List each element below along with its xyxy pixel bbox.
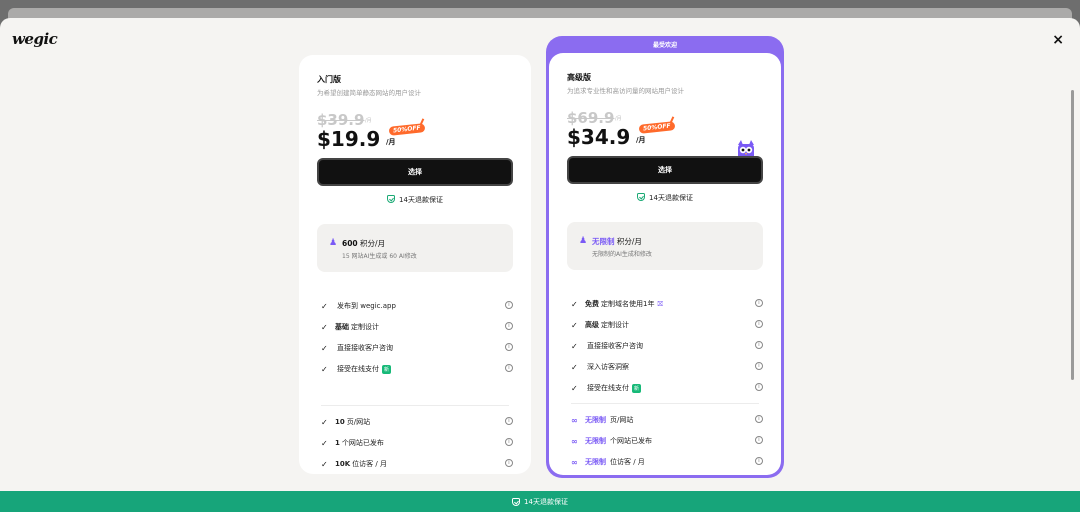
info-icon[interactable]: i [755,415,763,423]
info-icon[interactable]: i [755,436,763,444]
sparkle-icon [669,116,677,124]
limit-item: ∞ 无限制 页/网站 i [571,413,763,427]
select-basic-button[interactable]: 选择 [317,158,513,186]
check-icon: ✓ [321,364,328,374]
coin-icon: ♟ [579,236,588,246]
info-icon[interactable]: i [755,299,763,307]
credits-label: 积分/月 [616,237,642,246]
credits-title: 无限制 积分/月 [592,236,642,247]
credits-title: 600 积分/月 [342,238,385,249]
info-icon[interactable]: i [505,364,513,372]
check-icon: ✓ [321,417,328,427]
wegic-logo: wegic [12,30,58,48]
new-badge: 新 [632,383,642,393]
info-icon[interactable]: i [505,459,513,467]
new-badge: 新 [382,364,392,374]
info-icon[interactable]: i [755,320,763,328]
refund-guarantee: 14天退款保证 [299,195,531,205]
info-icon[interactable]: i [755,383,763,391]
feature-item: ✓ 发布到 wegic.app i [321,299,513,313]
credits-value: 600 [342,239,358,248]
feature-item: ✓ 接受在线支付新 i [321,362,513,376]
current-price: $34.9 [567,125,631,149]
shield-check-icon [637,193,646,201]
check-icon: ✓ [571,299,578,309]
sparkle-icon [419,118,427,126]
credits-value: 无限制 [592,237,615,246]
info-icon[interactable]: i [755,362,763,370]
infinity-icon: ∞ [571,436,578,446]
check-icon: ✓ [571,341,578,351]
plan-card-basic: 入门版 为希望创建简单静态网站的用户设计 $39.9 /月 $19.9 /月 5… [299,55,531,474]
feature-item: ✓ 免费 定制域名使用1年 ⛝ i [571,297,763,311]
refund-guarantee-bar: 14天退款保证 [0,491,1080,512]
infinity-icon: ∞ [571,457,578,467]
original-price-unit: /月 [615,116,622,122]
limit-item: ∞ 无限制 个网站已发布 i [571,434,763,448]
scrollbar[interactable] [1071,90,1074,380]
credits-box: ♟ 600 积分/月 15 网站AI生成或 60 AI修改 [317,224,513,272]
info-icon[interactable]: i [755,457,763,465]
info-icon[interactable]: i [505,301,513,309]
plan-card-pro: 高级版 为追求专业性和高访问量的网站用户设计 $69.9 /月 $34.9 /月… [549,53,781,475]
price-unit: /月 [636,136,646,144]
limit-item: ∞ 无限制 位访客 / 月i [571,455,763,469]
check-icon: ✓ [571,362,578,372]
guarantee-label: 14天退款保证 [399,196,443,204]
info-icon[interactable]: i [505,417,513,425]
check-icon: ✓ [321,322,328,332]
info-icon[interactable]: i [505,343,513,351]
current-price: $19.9 [317,127,381,151]
credits-label: 积分/月 [360,239,386,248]
plan-description: 为追求专业性和高访问量的网站用户设计 [567,87,684,95]
plan-description: 为希望创建简单静态网站的用户设计 [317,89,421,97]
feature-item: ✓ 直接接收客户咨询 i [571,339,763,353]
discount-badge: 50%OFF [388,123,426,136]
check-icon: ✓ [321,459,328,469]
most-popular-badge: 最受欢迎 [652,42,677,49]
gift-icon: ⛝ [657,299,663,308]
divider [571,403,759,404]
info-icon[interactable]: i [505,322,513,330]
close-icon[interactable]: × [1052,32,1064,48]
feature-item: ✓ 直接接收客户咨询 i [321,341,513,355]
limit-item: ✓ 10 页/网站 i [321,415,513,429]
feature-item: ✓ 基础 定制设计 i [321,320,513,334]
pricing-modal: wegic × 入门版 为希望创建简单静态网站的用户设计 $39.9 /月 $1… [0,18,1080,512]
refund-guarantee: 14天退款保证 [549,193,781,203]
check-icon: ✓ [571,383,578,393]
check-icon: ✓ [321,301,328,311]
select-pro-button[interactable]: 选择 [567,156,763,184]
credits-subtitle: 15 网站AI生成或 60 AI修改 [342,253,417,260]
limit-item: ✓ 10K 位访客 / 月i [321,457,513,471]
limit-item: ✓ 1 个网站已发布 i [321,436,513,450]
shield-check-icon [512,497,521,506]
credits-box: ♟ 无限制 积分/月 无限制的AI生成和修改 [567,222,763,270]
feature-item: ✓ 接受在线支付新 i [571,381,763,395]
coin-icon: ♟ [329,238,338,248]
check-icon: ✓ [571,320,578,330]
infinity-icon: ∞ [571,415,578,425]
info-icon[interactable]: i [505,438,513,446]
plan-name: 入门版 [317,75,341,84]
info-icon[interactable]: i [755,341,763,349]
original-price-unit: /月 [365,118,372,124]
plan-card-pro-highlight: 最受欢迎 高级版 为追求专业性和高访问量的网站用户设计 $69.9 /月 $34… [546,36,784,478]
feature-item: ✓ 高级 定制设计 i [571,318,763,332]
shield-check-icon [387,195,396,203]
credits-subtitle: 无限制的AI生成和修改 [592,251,652,258]
check-icon: ✓ [321,343,328,353]
price-unit: /月 [386,138,396,146]
guarantee-label: 14天退款保证 [649,194,693,202]
discount-badge: 50%OFF [638,121,676,134]
bottom-bar-label: 14天退款保证 [524,497,568,506]
plan-name: 高级版 [567,73,591,82]
divider [321,405,509,406]
check-icon: ✓ [321,438,328,448]
feature-item: ✓ 深入访客洞察 i [571,360,763,374]
